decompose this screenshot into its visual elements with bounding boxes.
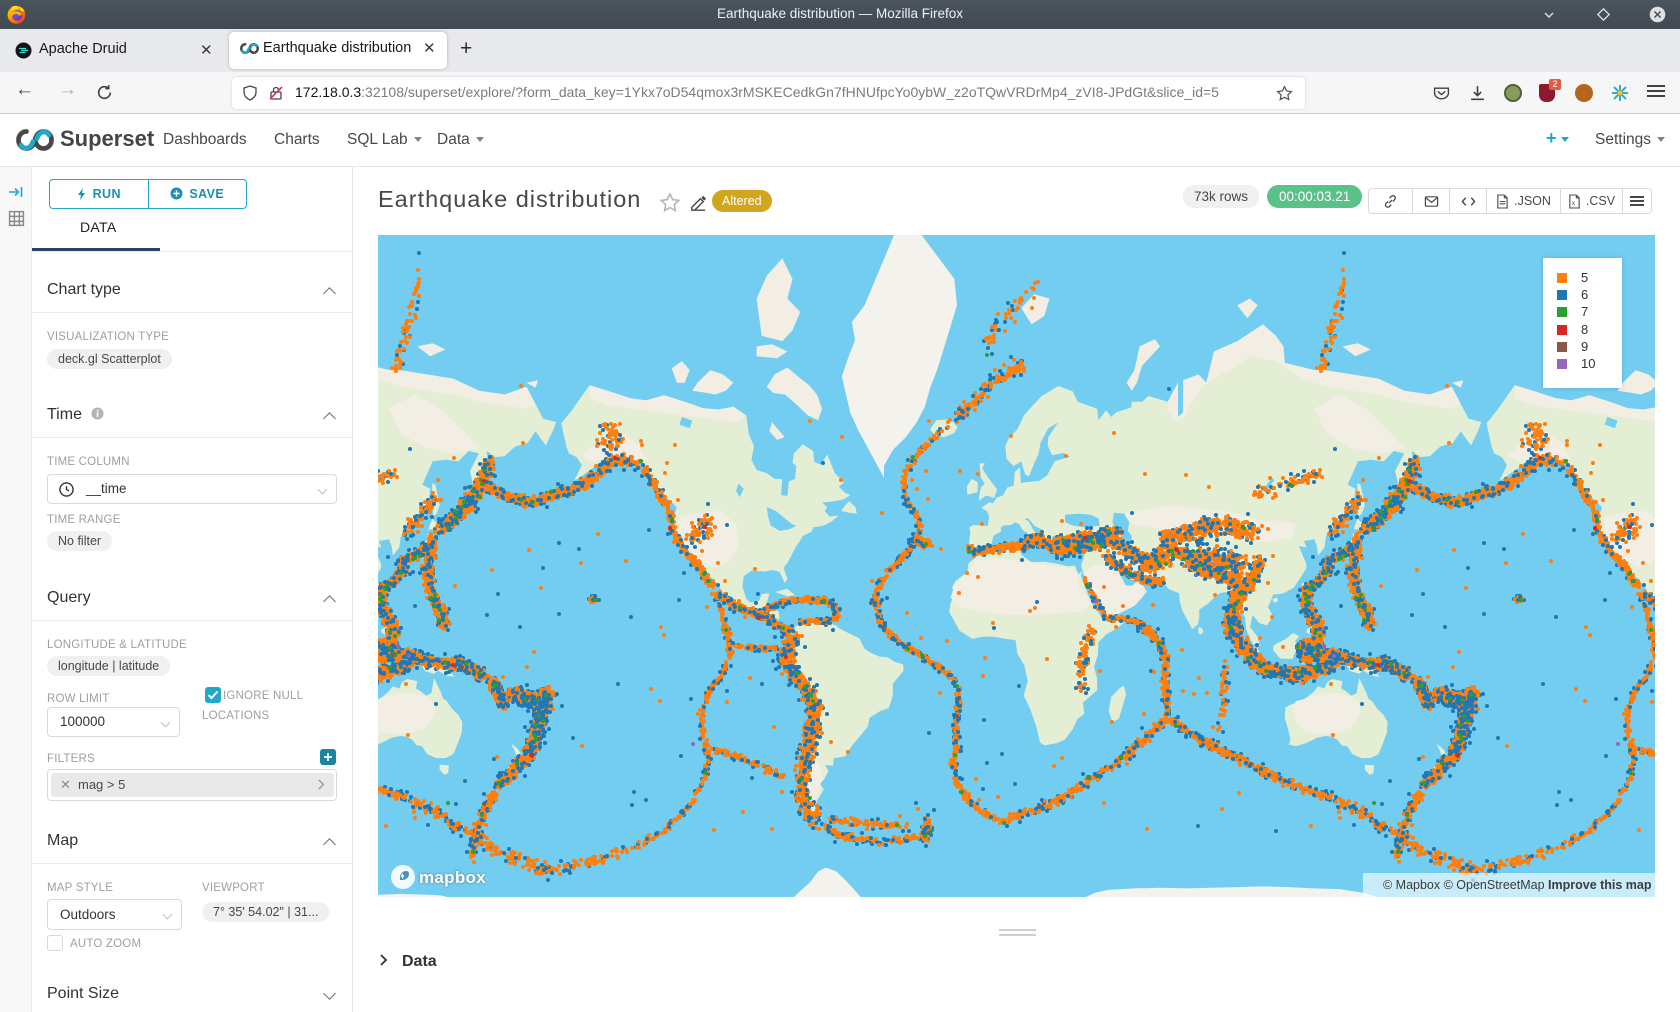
svg-text:x: x <box>1572 200 1576 207</box>
